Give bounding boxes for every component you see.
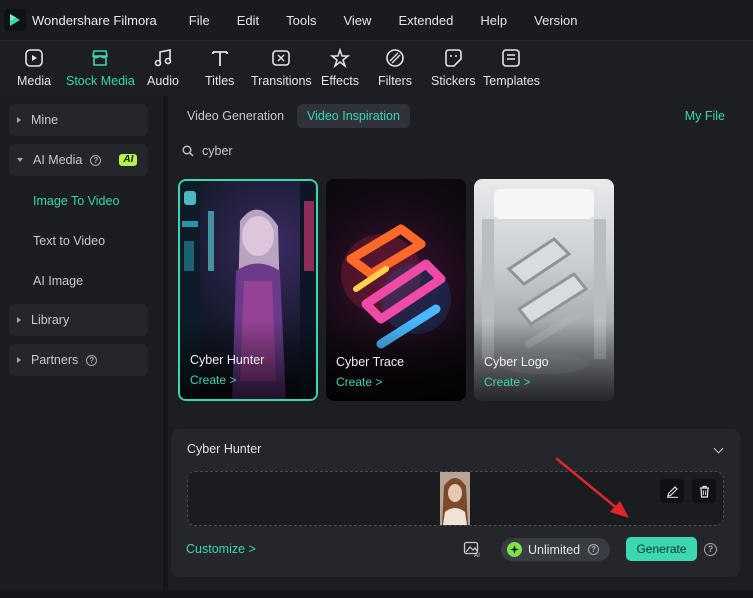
- menu-version[interactable]: Version: [534, 13, 577, 28]
- tab-video-generation[interactable]: Video Generation: [177, 104, 294, 128]
- search-input[interactable]: cyber: [202, 144, 233, 158]
- tab-video-inspiration[interactable]: Video Inspiration: [297, 104, 410, 128]
- pencil-icon: [666, 485, 678, 498]
- credit-spark-icon: [507, 542, 522, 557]
- search-bar[interactable]: cyber: [182, 144, 233, 158]
- sidebar-item-mine[interactable]: Mine: [9, 104, 148, 136]
- title-bar: Wondershare Filmora File Edit Tools View…: [0, 0, 753, 40]
- my-file-link[interactable]: My File: [685, 109, 725, 123]
- inspiration-card-cyber-logo[interactable]: Cyber Logo Create >: [474, 179, 614, 401]
- sidebar-item-label: Mine: [31, 113, 59, 127]
- effects-icon: [329, 47, 351, 69]
- card-create-link[interactable]: Create >: [190, 373, 236, 387]
- menu-edit[interactable]: Edit: [237, 13, 259, 28]
- customize-link[interactable]: Customize >: [186, 542, 256, 556]
- caret-right-icon: [17, 117, 21, 123]
- tab-effects-label: Effects: [321, 74, 359, 88]
- tab-titles[interactable]: Titles: [205, 47, 234, 88]
- caret-right-icon: [17, 357, 21, 363]
- menu-file[interactable]: File: [189, 13, 210, 28]
- inspiration-card-cyber-trace[interactable]: Cyber Trace Create >: [326, 179, 466, 401]
- search-icon: [182, 145, 194, 157]
- filmora-logo-icon: [4, 9, 26, 31]
- uploaded-image-thumbnail: [440, 472, 470, 525]
- trash-icon: [699, 485, 709, 498]
- menu-bar: File Edit Tools View Extended Help Versi…: [189, 13, 605, 28]
- tab-stock-media-label: Stock Media: [66, 74, 135, 88]
- stickers-icon: [445, 49, 463, 67]
- card-title: Cyber Logo: [484, 355, 549, 369]
- menu-extended[interactable]: Extended: [398, 13, 453, 28]
- sidebar-item-ai-media[interactable]: AI Media ? AI: [9, 144, 148, 176]
- help-icon[interactable]: ?: [90, 154, 102, 166]
- sidebar-item-label: Partners: [31, 353, 79, 367]
- tab-templates-label: Templates: [483, 74, 540, 88]
- svg-text:AI: AI: [474, 552, 480, 558]
- generate-button[interactable]: Generate: [626, 537, 697, 561]
- caret-down-icon: [17, 158, 23, 162]
- sidebar-item-label: Library: [31, 313, 70, 327]
- chevron-down-icon[interactable]: [713, 443, 724, 454]
- menu-tools[interactable]: Tools: [286, 13, 316, 28]
- card-title: Cyber Hunter: [190, 353, 265, 367]
- credits-label: Unlimited: [528, 542, 581, 557]
- help-icon[interactable]: ?: [704, 543, 717, 556]
- tab-filters-label: Filters: [378, 74, 413, 88]
- tab-transitions[interactable]: Transitions: [251, 47, 312, 88]
- edit-button[interactable]: [660, 479, 684, 503]
- ai-badge: AI: [119, 154, 138, 166]
- tab-audio-label: Audio: [147, 74, 179, 88]
- tab-effects[interactable]: Effects: [321, 47, 359, 88]
- credits-pill: Unlimited ?: [501, 538, 610, 561]
- sidebar-item-partners[interactable]: Partners ?: [9, 344, 148, 376]
- music-note-icon: [154, 49, 172, 67]
- tab-transitions-label: Transitions: [251, 74, 312, 88]
- card-title: Cyber Trace: [336, 355, 405, 369]
- tab-stickers-label: Stickers: [431, 74, 476, 88]
- media-icon: [25, 49, 43, 67]
- image-settings-button[interactable]: AI: [463, 540, 481, 561]
- menu-view[interactable]: View: [343, 13, 371, 28]
- sidebar-item-library[interactable]: Library: [9, 304, 148, 336]
- delete-button[interactable]: [692, 479, 716, 503]
- transitions-icon: [272, 50, 291, 66]
- tab-templates[interactable]: Templates: [483, 47, 540, 88]
- menu-help[interactable]: Help: [480, 13, 507, 28]
- sidebar-item-image-to-video[interactable]: Image To Video: [33, 194, 119, 208]
- filters-icon: [386, 49, 404, 67]
- image-drop-zone[interactable]: [187, 471, 724, 526]
- inspiration-card-cyber-hunter[interactable]: Cyber Hunter Create >: [178, 179, 318, 401]
- help-icon[interactable]: ?: [588, 544, 600, 555]
- tab-media-label: Media: [17, 74, 52, 88]
- sidebar-item-text-to-video[interactable]: Text to Video: [33, 234, 105, 248]
- card-create-link[interactable]: Create >: [336, 375, 382, 389]
- card-create-link[interactable]: Create >: [484, 375, 530, 389]
- caret-right-icon: [17, 317, 21, 323]
- titles-icon: [211, 51, 228, 66]
- sidebar-item-ai-image[interactable]: AI Image: [33, 274, 83, 288]
- panel-title: Cyber Hunter: [187, 442, 262, 456]
- tab-media[interactable]: Media: [17, 47, 51, 88]
- help-icon[interactable]: ?: [86, 354, 98, 366]
- bottom-strip: [0, 590, 753, 598]
- image-ai-icon: AI: [463, 541, 480, 559]
- templates-icon: [502, 49, 521, 67]
- tab-stickers[interactable]: Stickers: [431, 47, 475, 88]
- sidebar-item-label: AI Media: [33, 153, 83, 167]
- stock-media-icon: [92, 50, 109, 66]
- app-name: Wondershare Filmora: [32, 12, 157, 28]
- tab-titles-label: Titles: [205, 74, 235, 88]
- tab-filters[interactable]: Filters: [378, 47, 412, 88]
- tab-audio[interactable]: Audio: [147, 47, 179, 88]
- sidebar: Mine AI Media ? AI Image To Video Text t…: [0, 96, 163, 590]
- media-toolbar: Media Stock Media Audio Titles Transitio…: [0, 40, 753, 96]
- tab-stock-media[interactable]: Stock Media: [66, 47, 135, 88]
- generate-panel: Cyber Hunter Customize > AI Unlimited ? …: [171, 429, 740, 577]
